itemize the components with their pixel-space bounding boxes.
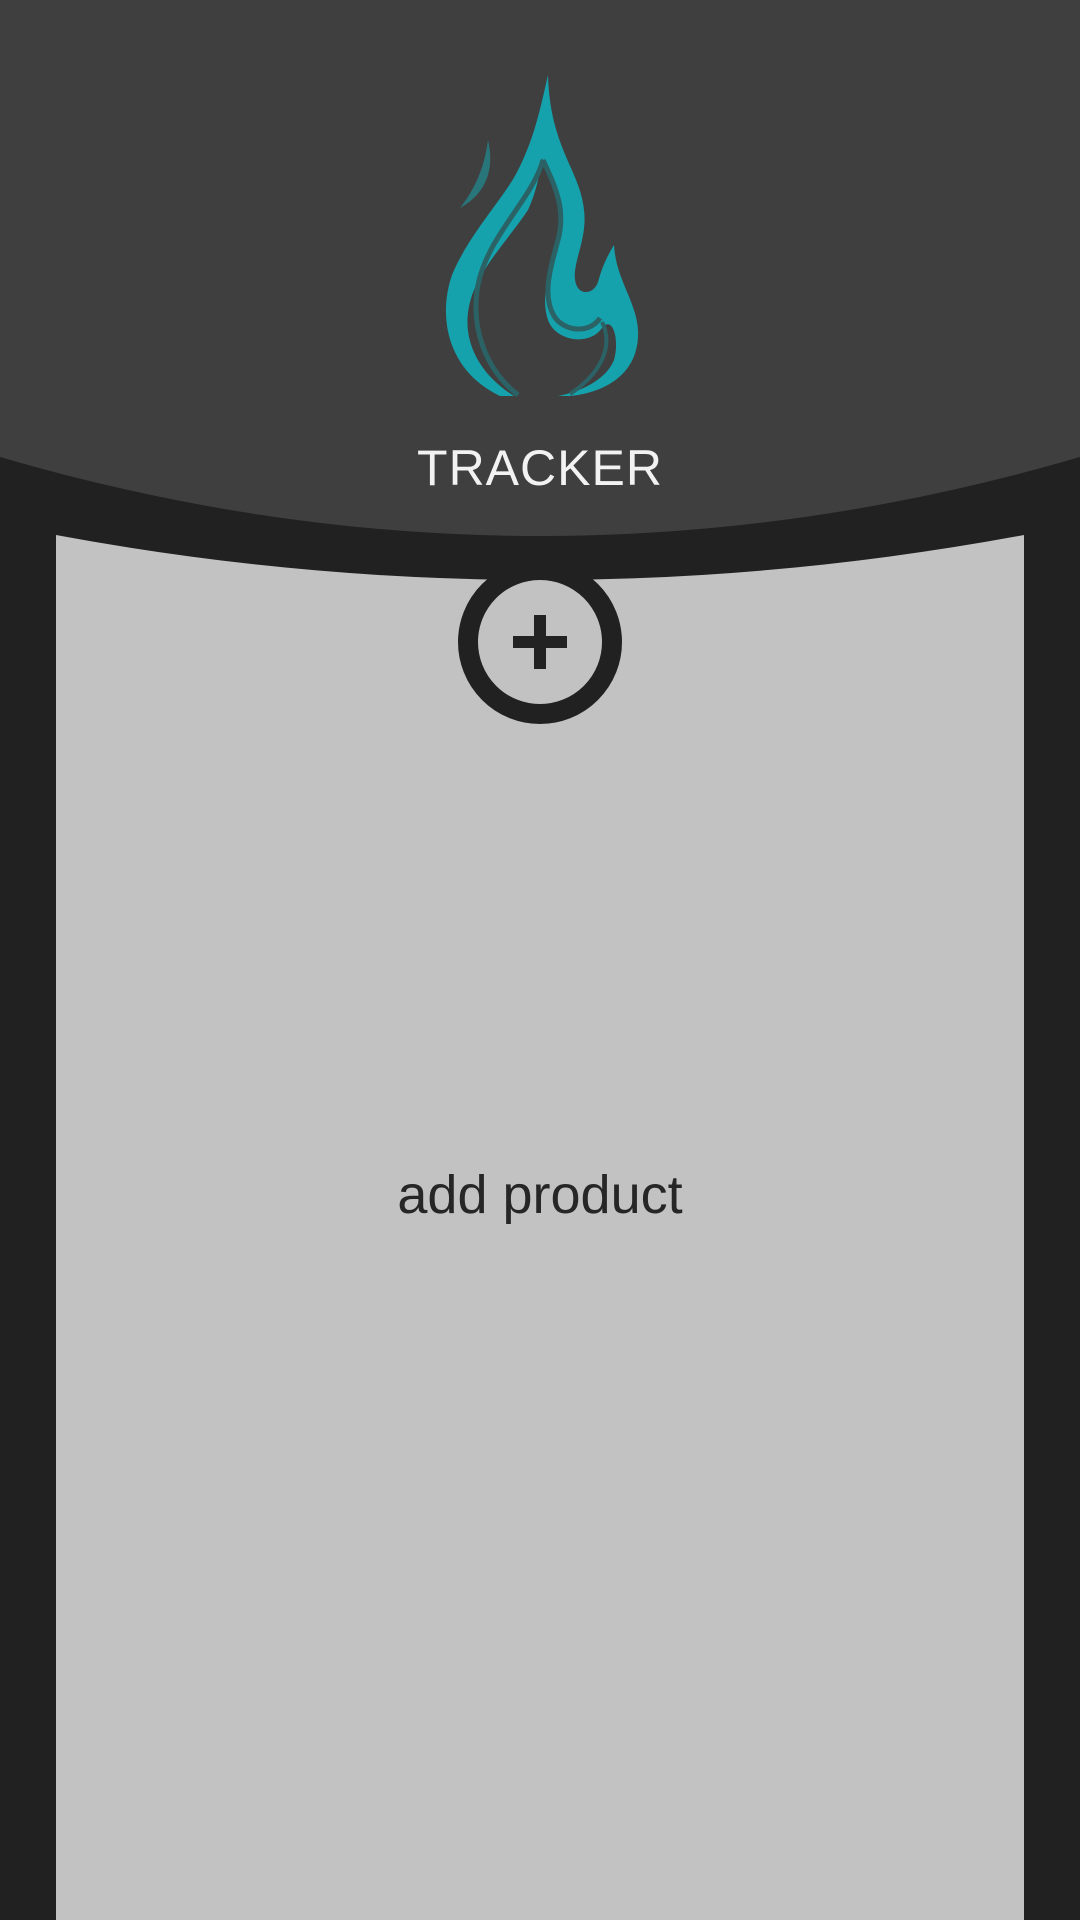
flame-icon bbox=[445, 75, 639, 397]
plus-icon-vertical bbox=[534, 615, 546, 669]
app-title: TRACKER bbox=[417, 440, 663, 496]
plus-icon bbox=[513, 615, 567, 669]
tracker-screen: TRACKER add product bbox=[0, 0, 1080, 1920]
add-product-button[interactable] bbox=[458, 560, 622, 724]
add-product-label[interactable]: add product bbox=[0, 1160, 1080, 1230]
